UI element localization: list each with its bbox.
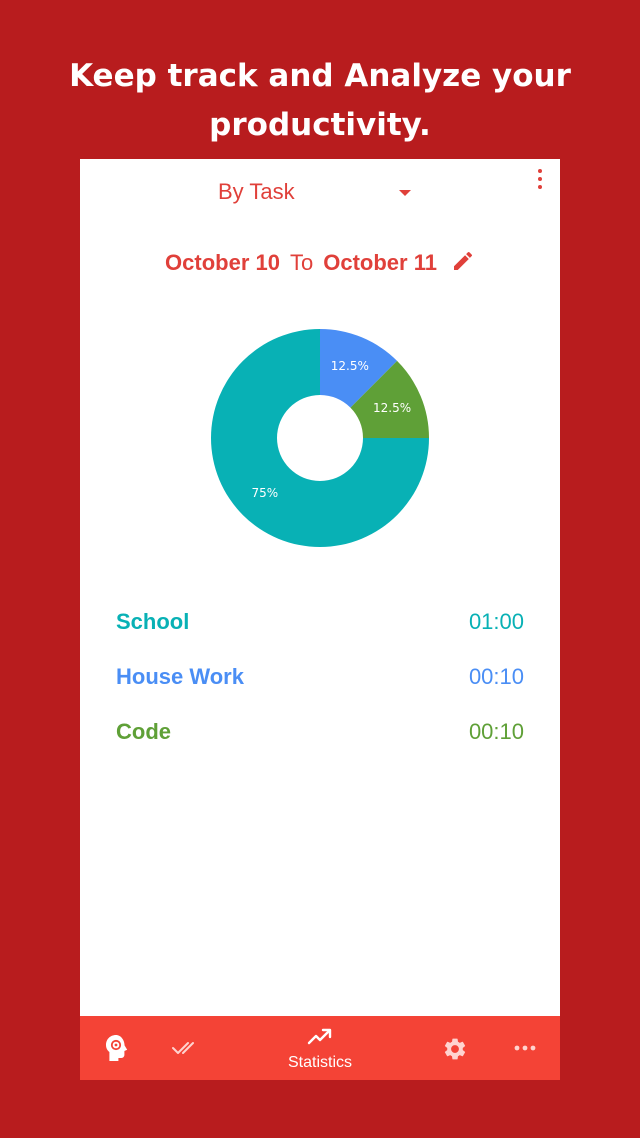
nav-statistics[interactable]: Statistics	[270, 1016, 370, 1080]
trending-up-icon	[307, 1028, 332, 1045]
gear-icon	[444, 1038, 466, 1060]
legend-row-school[interactable]: School 01:00	[116, 599, 524, 654]
overflow-menu-button[interactable]	[532, 167, 548, 191]
app-screen: By Task October 10 To October 11 12.5% 12.5…	[80, 159, 560, 1080]
nav-more[interactable]	[500, 1016, 550, 1080]
double-check-icon	[172, 1042, 194, 1054]
brain-head-icon	[106, 1035, 128, 1061]
more-horizontal-icon	[514, 1045, 536, 1051]
task-time: 01:00	[468, 609, 524, 634]
group-by-dropdown[interactable]: By Task	[80, 171, 560, 215]
task-name: School	[116, 609, 190, 634]
task-time: 00:10	[468, 664, 524, 689]
nav-settings[interactable]	[430, 1016, 480, 1080]
nav-tasks[interactable]	[162, 1016, 232, 1080]
legend-row-code[interactable]: Code 00:10	[116, 709, 524, 764]
task-legend: School 01:00 House Work 00:10 Code 00:10	[116, 599, 524, 764]
donut-slice-label: 12.5%	[331, 359, 369, 373]
date-to[interactable]: October 11	[323, 250, 437, 275]
promo-headline: Keep track and Analyze your productivity…	[0, 52, 640, 150]
task-name: House Work	[116, 664, 244, 689]
bottom-navigation: Statistics	[80, 1016, 560, 1080]
date-range: October 10 To October 11	[80, 249, 560, 283]
task-time: 00:10	[468, 719, 524, 744]
donut-slice-label: 12.5%	[373, 401, 411, 415]
caret-down-icon	[399, 190, 411, 196]
more-vertical-icon	[538, 169, 542, 173]
headline-line-1: Keep track and Analyze your	[69, 58, 571, 94]
pencil-icon[interactable]	[451, 249, 475, 273]
date-separator: To	[289, 250, 314, 275]
task-name: Code	[116, 719, 171, 744]
date-from[interactable]: October 10	[165, 250, 280, 275]
group-by-selected: By Task	[218, 179, 295, 204]
nav-focus[interactable]	[90, 1016, 160, 1080]
nav-statistics-label: Statistics	[287, 1054, 352, 1071]
donut-slice-label: 75%	[252, 486, 279, 500]
legend-row-house-work[interactable]: House Work 00:10	[116, 654, 524, 709]
headline-line-2: productivity.	[209, 107, 431, 143]
task-donut-chart: 12.5% 12.5% 75%	[211, 329, 429, 547]
